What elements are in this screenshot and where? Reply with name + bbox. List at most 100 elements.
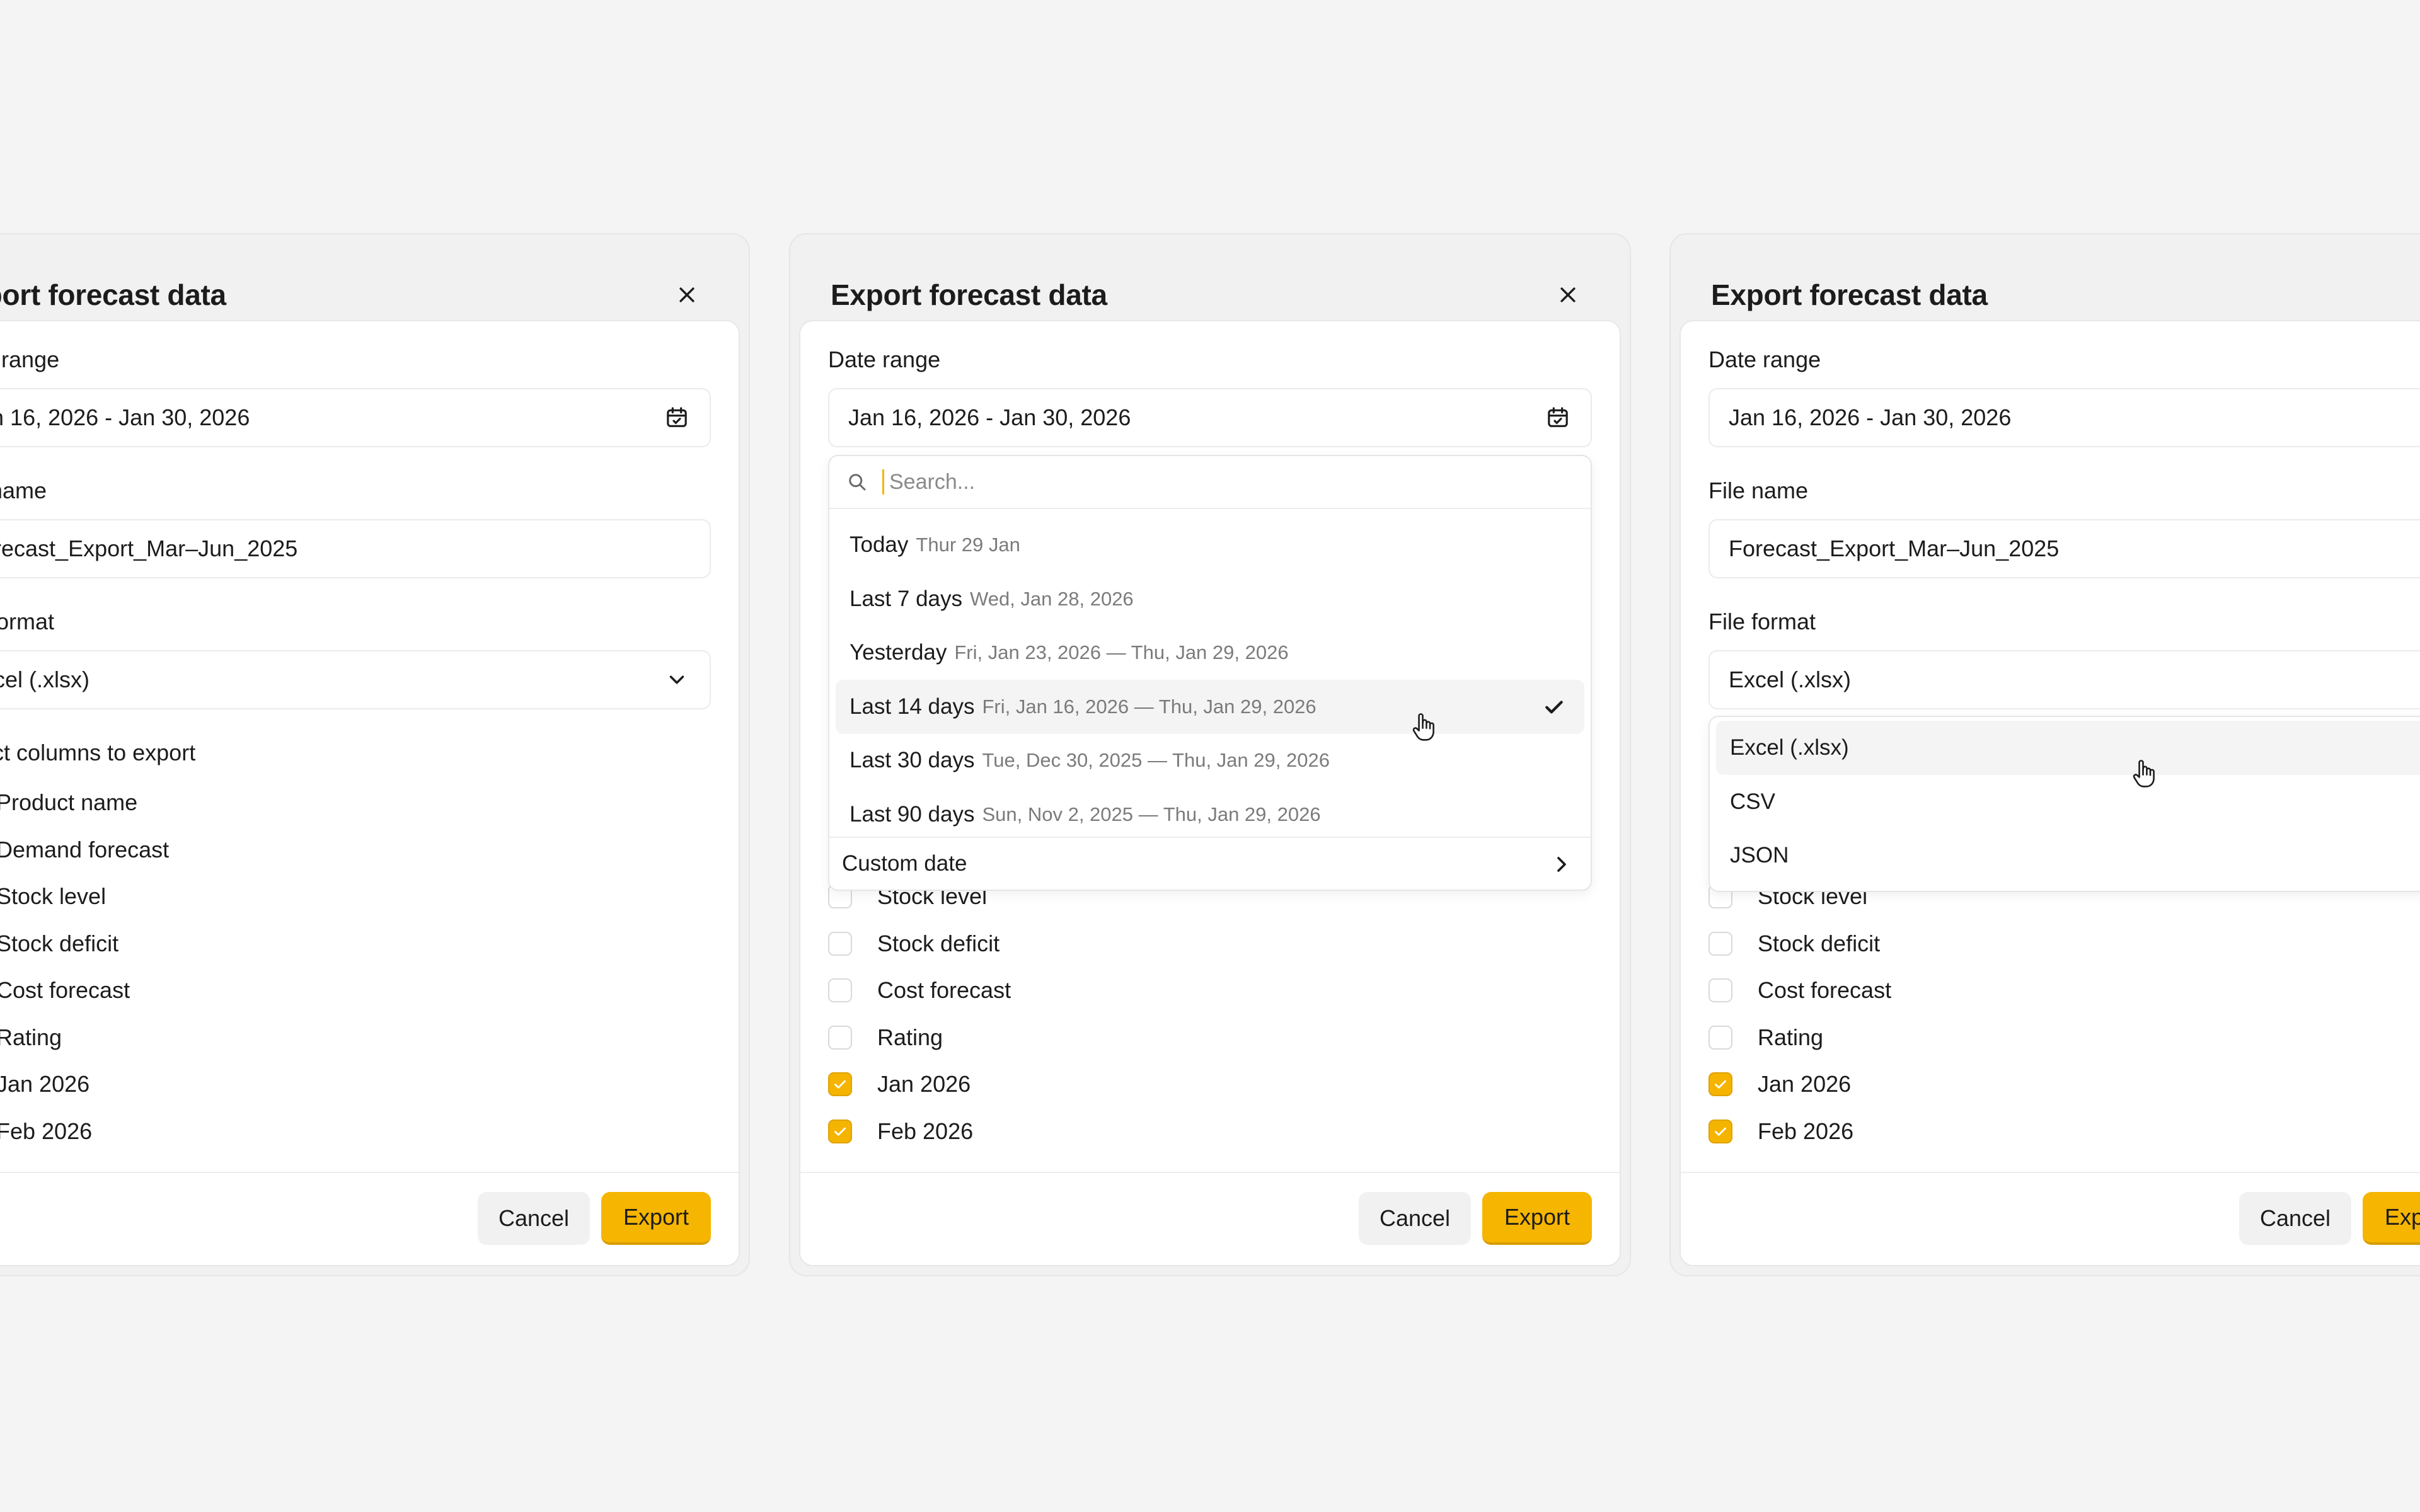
- column-option-label: Rating: [1758, 1024, 1824, 1050]
- column-option[interactable]: Jan 2026: [0, 1065, 89, 1103]
- checkbox-checked[interactable]: [1708, 1072, 1732, 1096]
- column-option-label: Stock deficit: [0, 930, 119, 956]
- export-modal-3: Export forecast data Date range Jan 16, …: [1669, 233, 2420, 1276]
- column-option[interactable]: Jan 2026: [1708, 1065, 1851, 1103]
- modal-title: Export forecast data: [1711, 278, 1988, 311]
- column-option-label: Stock deficit: [1758, 930, 1881, 956]
- file-format-label: File format: [0, 609, 55, 634]
- column-option[interactable]: Stock deficit: [1708, 925, 1880, 963]
- format-option-label: CSV: [1730, 789, 1775, 814]
- export-button[interactable]: Export: [2363, 1192, 2420, 1245]
- columns-label: Select columns to export: [0, 740, 196, 765]
- checkbox[interactable]: [828, 931, 852, 956]
- file-name-input[interactable]: Forecast_Export_Mar–Jun_2025: [0, 519, 711, 578]
- file-format-select[interactable]: Excel (.xlsx): [1708, 650, 2420, 709]
- dropdown-search-input[interactable]: [889, 469, 1393, 495]
- file-format-label: File format: [1708, 609, 1816, 634]
- file-name-label: File name: [0, 478, 47, 503]
- column-option[interactable]: Stock level: [0, 878, 106, 915]
- date-option-range: Sun, Nov 2, 2025 — Thu, Jan 29, 2026: [982, 803, 1321, 825]
- modal-footer: Cancel Export: [0, 1172, 739, 1265]
- date-range-value: Jan 16, 2026 - Jan 30, 2026: [0, 404, 250, 430]
- date-option-range: Thur 29 Jan: [916, 534, 1020, 556]
- column-option[interactable]: Cost forecast: [0, 971, 130, 1009]
- date-option[interactable]: Today Thur 29 Jan: [836, 518, 1584, 572]
- cancel-button[interactable]: Cancel: [2239, 1192, 2351, 1245]
- column-option[interactable]: Product name: [0, 784, 137, 822]
- date-range-label: Date range: [828, 346, 941, 372]
- format-option[interactable]: Excel (.xlsx): [1716, 721, 2420, 775]
- column-option[interactable]: Feb 2026: [828, 1113, 973, 1150]
- file-format-value: Excel (.xlsx): [0, 667, 90, 692]
- checkbox[interactable]: [828, 978, 852, 1002]
- file-format-select[interactable]: Excel (.xlsx): [0, 650, 711, 709]
- format-option[interactable]: CSV: [1716, 775, 2420, 829]
- date-option[interactable]: Last 90 days Sun, Nov 2, 2025 — Thu, Jan …: [836, 788, 1584, 842]
- column-option[interactable]: Cost forecast: [1708, 971, 1891, 1009]
- hand-cursor-icon: [1412, 713, 1434, 741]
- modal-title: Export forecast data: [0, 278, 226, 311]
- date-option-label: Last 90 days: [850, 801, 975, 827]
- close-icon: [679, 287, 694, 302]
- column-option[interactable]: Stock deficit: [0, 925, 118, 963]
- date-option-range: Tue, Dec 30, 2025 — Thu, Jan 29, 2026: [982, 749, 1330, 771]
- column-option-label: Feb 2026: [1758, 1118, 1854, 1144]
- column-option-label: Feb 2026: [0, 1118, 93, 1144]
- format-option-label: Excel (.xlsx): [1730, 735, 1849, 760]
- column-option[interactable]: Stock deficit: [828, 925, 1000, 963]
- checkbox[interactable]: [828, 1025, 852, 1050]
- export-modal-1: Export forecast data Date range Jan 16, …: [0, 233, 750, 1276]
- checkbox-checked[interactable]: [828, 1072, 852, 1096]
- date-range-label: Date range: [0, 346, 60, 372]
- column-option[interactable]: Jan 2026: [828, 1065, 971, 1103]
- column-option[interactable]: Rating: [0, 1019, 62, 1057]
- date-option[interactable]: Last 14 days Fri, Jan 16, 2026 — Thu, Jan…: [836, 679, 1584, 734]
- date-range-field[interactable]: Jan 16, 2026 - Jan 30, 2026: [1708, 388, 2420, 447]
- calendar-icon: [1544, 404, 1572, 432]
- date-option-label: Last 30 days: [850, 748, 975, 772]
- column-option[interactable]: Feb 2026: [0, 1113, 92, 1150]
- close-button[interactable]: [666, 273, 708, 316]
- checkbox-checked[interactable]: [1708, 1119, 1732, 1143]
- file-name-label: File name: [1708, 478, 1809, 503]
- date-range-value: Jan 16, 2026 - Jan 30, 2026: [1729, 404, 2012, 430]
- column-option[interactable]: Rating: [1708, 1019, 1823, 1057]
- date-range-field[interactable]: Jan 16, 2026 - Jan 30, 2026: [828, 388, 1592, 447]
- dropdown-search: [829, 456, 1591, 509]
- cancel-button[interactable]: Cancel: [478, 1192, 590, 1245]
- chevron-down-icon: [663, 666, 691, 694]
- export-button[interactable]: Export: [1482, 1192, 1592, 1245]
- column-option[interactable]: Feb 2026: [1708, 1113, 1853, 1150]
- check-icon: [834, 1080, 846, 1089]
- close-button[interactable]: [1547, 273, 1589, 316]
- column-option[interactable]: Cost forecast: [828, 971, 1011, 1009]
- checkbox[interactable]: [1708, 978, 1732, 1002]
- column-option-label: Jan 2026: [877, 1071, 971, 1097]
- date-range-label: Date range: [1708, 346, 1821, 372]
- date-range-field[interactable]: Jan 16, 2026 - Jan 30, 2026: [0, 388, 711, 447]
- file-name-value: Forecast_Export_Mar–Jun_2025: [1729, 536, 2060, 561]
- export-button[interactable]: Export: [601, 1192, 711, 1245]
- date-range-dropdown: Today Thur 29 Jan Last 7 days Wed, Jan 28, …: [828, 455, 1592, 891]
- column-option-label: Stock deficit: [877, 930, 1000, 956]
- custom-date-option[interactable]: Custom date: [829, 837, 1591, 890]
- column-option-label: Rating: [0, 1024, 62, 1050]
- date-option-label: Yesterday: [850, 640, 947, 665]
- column-option[interactable]: Demand forecast: [0, 831, 169, 869]
- date-option[interactable]: Last 30 days Tue, Dec 30, 2025 — Thu, Jan…: [836, 733, 1584, 788]
- date-option[interactable]: Last 7 days Wed, Jan 28, 2026: [836, 572, 1584, 626]
- column-option[interactable]: Rating: [828, 1019, 943, 1057]
- checkbox[interactable]: [1708, 931, 1732, 956]
- checkbox[interactable]: [1708, 1025, 1732, 1050]
- file-name-input[interactable]: Forecast_Export_Mar–Jun_2025: [1708, 519, 2420, 578]
- column-option-label: Jan 2026: [1758, 1071, 1852, 1097]
- checkbox-checked[interactable]: [828, 1119, 852, 1143]
- cancel-button[interactable]: Cancel: [1359, 1192, 1471, 1245]
- check-icon: [1545, 700, 1563, 713]
- file-format-value: Excel (.xlsx): [1729, 667, 1852, 692]
- close-icon: [1560, 287, 1576, 302]
- modal-body: Date range Jan 16, 2026 - Jan 30, 2026 F…: [0, 320, 740, 1266]
- date-option[interactable]: Yesterday Fri, Jan 23, 2026 — Thu, Jan 29…: [836, 626, 1584, 680]
- format-option[interactable]: JSON: [1716, 828, 2420, 883]
- chevron-right-icon: [1557, 857, 1566, 872]
